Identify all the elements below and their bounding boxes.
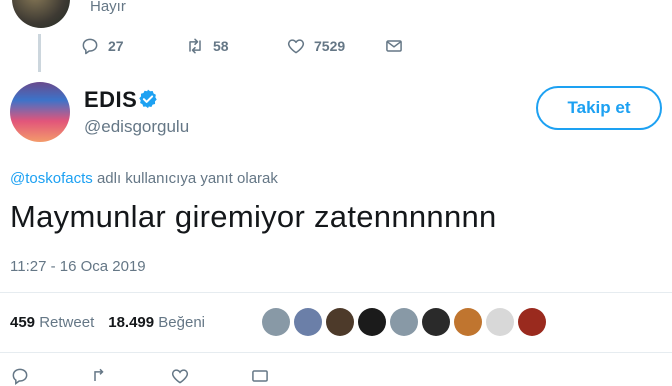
author-avatar[interactable] bbox=[10, 82, 70, 142]
like-action[interactable]: 7529 bbox=[286, 36, 345, 56]
retweet-count: 58 bbox=[213, 38, 229, 54]
retweet-stats[interactable]: 459 Retweet bbox=[10, 314, 94, 331]
like-stats-label: Beğeni bbox=[158, 314, 206, 331]
thread-connector-line bbox=[38, 34, 41, 72]
like-total: 18.499 bbox=[108, 314, 155, 331]
heart-icon[interactable] bbox=[170, 366, 190, 386]
reply-count: 27 bbox=[108, 38, 124, 54]
like-stats[interactable]: 18.499 Beğeni bbox=[108, 314, 205, 331]
follow-button[interactable]: Takip et bbox=[536, 86, 662, 130]
liker-avatar[interactable] bbox=[294, 308, 322, 336]
retweet-stats-label: Retweet bbox=[39, 314, 95, 331]
envelope-icon bbox=[384, 36, 404, 56]
heart-icon bbox=[286, 36, 306, 56]
reply-context-text: adlı kullanıcıya yanıt olarak bbox=[96, 170, 278, 187]
liker-avatar[interactable] bbox=[422, 308, 450, 336]
reply-icon bbox=[80, 36, 100, 56]
like-count: 7529 bbox=[314, 38, 346, 54]
liker-avatars bbox=[262, 308, 546, 336]
liker-avatar[interactable] bbox=[326, 308, 354, 336]
direct-message-action[interactable] bbox=[384, 36, 404, 56]
retweet-action[interactable]: 58 bbox=[185, 36, 229, 56]
liker-avatar[interactable] bbox=[486, 308, 514, 336]
author-name[interactable]: EDIS bbox=[84, 87, 137, 113]
liker-avatar[interactable] bbox=[390, 308, 418, 336]
envelope-icon[interactable] bbox=[250, 366, 270, 386]
retweet-total: 459 bbox=[10, 314, 36, 331]
reply-icon[interactable] bbox=[10, 366, 30, 386]
tweet-timestamp[interactable]: 11:27 - 16 Oca 2019 bbox=[10, 258, 146, 275]
reply-action[interactable]: 27 bbox=[80, 36, 124, 56]
divider bbox=[0, 292, 672, 293]
engagement-stats: 459 Retweet 18.499 Beğeni bbox=[10, 314, 205, 331]
liker-avatar[interactable] bbox=[454, 308, 482, 336]
divider bbox=[0, 352, 672, 353]
previous-author-avatar[interactable] bbox=[12, 0, 70, 28]
liker-avatar[interactable] bbox=[518, 308, 546, 336]
verified-badge-icon bbox=[137, 88, 159, 110]
previous-tweet-text: Hayır bbox=[90, 0, 126, 15]
retweet-icon bbox=[185, 36, 205, 56]
author-handle[interactable]: @edisgorgulu bbox=[84, 117, 189, 137]
tweet-actions-bar bbox=[10, 366, 270, 386]
reply-context: @toskofacts adlı kullanıcıya yanıt olara… bbox=[10, 170, 278, 187]
retweet-icon[interactable] bbox=[90, 366, 110, 386]
liker-avatar[interactable] bbox=[262, 308, 290, 336]
tweet-text: Maymunlar giremiyor zatennnnnnn bbox=[10, 199, 497, 234]
liker-avatar[interactable] bbox=[358, 308, 386, 336]
reply-mention-link[interactable]: @toskofacts bbox=[10, 170, 93, 187]
